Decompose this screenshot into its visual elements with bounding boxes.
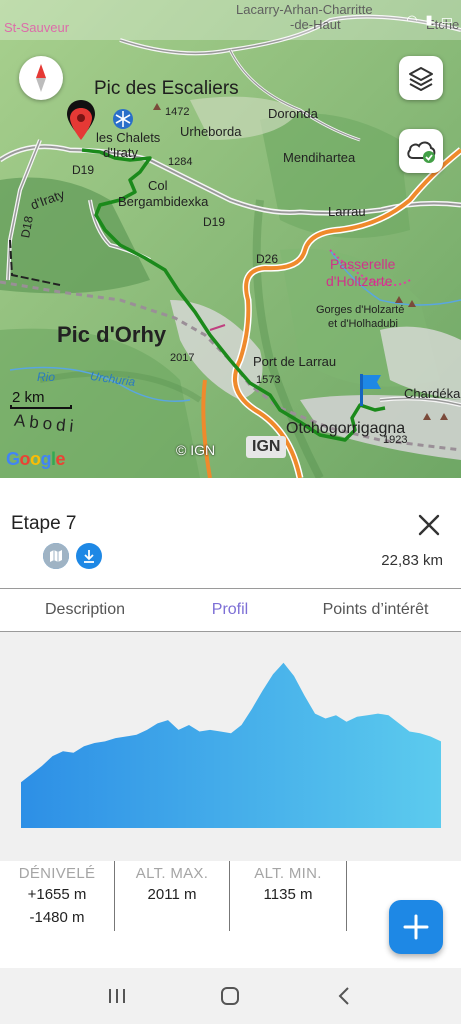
stage-actions [43,543,102,569]
label-chardeka: Chardéka [404,386,461,401]
download-icon [84,550,94,563]
label-passerelle: Passerelle [330,256,396,272]
label-bergambidexka: Bergambidexka [118,194,209,209]
layers-button[interactable] [399,56,443,100]
label-doronda: Doronda [268,106,318,121]
label-alt-1573: 1573 [256,374,281,386]
map-icon [50,550,62,562]
ign-logo: IGN [246,436,287,458]
battery-icon: ▭ [440,12,453,27]
label-mendihartea: Mendihartea [283,150,356,165]
tab-bar: Description Profil Points d’intérêt [0,588,461,632]
label-pic-orhy: Pic d'Orhy [57,322,167,347]
cloud-check-icon [407,141,436,163]
label-alt-1472: 1472 [165,106,190,118]
label-chalets: les Chalets [96,130,161,145]
label-alt-2017: 2017 [170,352,195,364]
map-view[interactable]: ◠ ▮ ▭ St-Sauveur Lacarry-Arhan-Charritte… [0,0,461,478]
ski-station-icon [113,109,133,129]
plus-icon [403,914,429,940]
stage-title: Etape 7 [11,513,77,534]
stage-details-sheet: Etape 7 22,83 km Description Profil Poin… [0,478,461,968]
label-rio: Rio [37,370,56,384]
close-icon [418,514,440,536]
label-col: Col [148,178,168,193]
elevation-area [21,662,441,828]
stage-distance: 22,83 km [381,552,443,569]
label-larrau: Larrau [328,204,366,219]
label-gorges: Gorges d'Holzarté [316,304,405,316]
stat-alt-max: ALT. MAX. 2011 m [115,861,230,931]
label-d19-b: D19 [203,215,226,229]
wifi-icon: ◠ [406,12,418,27]
system-nav-bar [0,968,461,1024]
home-button[interactable] [210,976,250,1016]
recent-apps-icon [108,989,125,1003]
start-marker-icon[interactable] [64,98,98,154]
label-urheborda: Urheborda [180,124,242,139]
elevation-profile-chart[interactable] [0,632,461,861]
status-icons: ◠ ▮ ▭ [406,12,453,28]
stat-label: ALT. MIN. [254,865,322,882]
stat-label: ALT. MAX. [135,865,209,882]
finish-flag-icon[interactable] [357,372,385,408]
add-button[interactable] [389,900,443,954]
google-logo: Google [6,449,66,469]
stat-value-gain: +1655 m [27,886,87,903]
status-bar: ◠ ▮ ▭ [0,0,461,40]
stat-elevation-gain: DÉNIVELÉ +1655 m -1480 m [0,861,115,931]
offline-map-button[interactable] [399,129,443,173]
map-scale: 2 km [10,389,74,409]
back-button[interactable] [324,976,364,1016]
elevation-profile-svg [21,662,441,828]
stat-value: 2011 m [147,886,197,903]
compass-button[interactable] [19,56,63,100]
label-pic-escaliers: Pic des Escaliers [94,78,239,99]
signal-icon: ▮ [425,12,433,27]
back-icon [338,987,349,1005]
recent-apps-button[interactable] [97,976,137,1016]
label-iraty: d'Iraty [103,145,138,160]
tab-description[interactable]: Description [0,589,170,631]
label-holhadubi: et d'Holhadubi [328,318,398,330]
download-button[interactable] [76,543,102,569]
label-d26: D26 [256,252,279,266]
stat-alt-min: ALT. MIN. 1135 m [230,861,347,931]
label-alt-1284: 1284 [168,156,193,168]
layers-icon [409,67,433,91]
label-d19-a: D19 [72,163,95,177]
compass-icon [36,64,46,92]
tab-points-of-interest[interactable]: Points d’intérêt [290,589,461,631]
tab-profile[interactable]: Profil [170,589,290,631]
close-button[interactable] [414,510,444,540]
stat-value: 1135 m [263,886,313,903]
label-port-larrau: Port de Larrau [253,354,337,369]
map-button[interactable] [43,543,69,569]
label-holtzarte: d'Holtzarte [326,273,393,289]
label-alt-1923: 1923 [383,434,408,446]
home-icon [221,987,240,1005]
stat-value-loss: -1480 m [29,909,85,926]
scale-label: 2 km [12,389,45,406]
ign-attribution: © IGN [176,442,216,458]
stat-label: DÉNIVELÉ [18,865,96,882]
scale-bar [10,405,72,409]
